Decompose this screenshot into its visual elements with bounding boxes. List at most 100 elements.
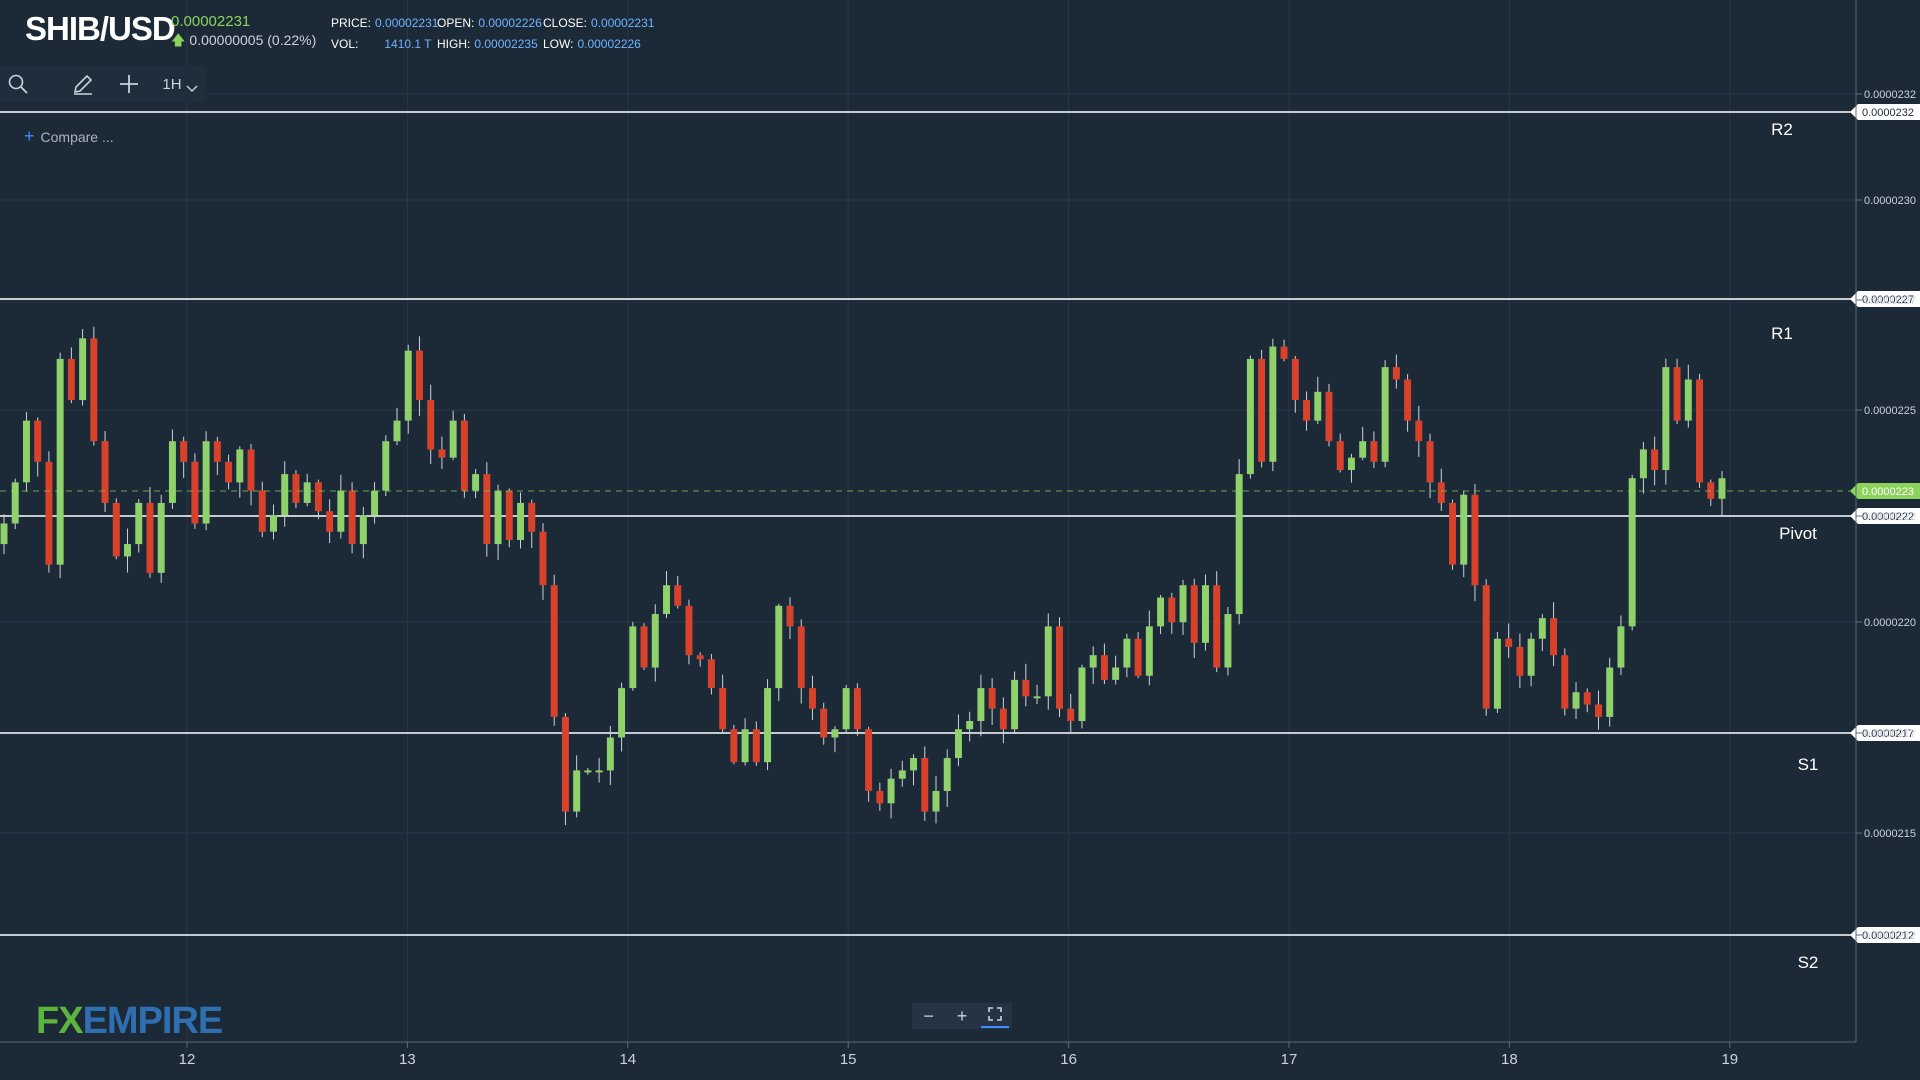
candle-up <box>0 523 8 545</box>
candle-down <box>1404 379 1412 421</box>
candle-down <box>1449 502 1456 565</box>
candle-up <box>1011 679 1019 730</box>
ohlc-close: CLOSE: 0.00002231 <box>543 16 655 30</box>
x-tick-label: 14 <box>619 1051 636 1068</box>
candle-down <box>1392 367 1400 380</box>
plus-icon <box>120 75 138 93</box>
candle-up <box>11 482 19 524</box>
search-button[interactable] <box>4 70 32 98</box>
candle-down <box>730 729 738 763</box>
search-icon <box>8 74 28 94</box>
candle-down <box>225 461 233 483</box>
draw-button[interactable] <box>68 70 98 98</box>
price-chart[interactable]: R2 0.0000232 R1 0.0000227 Pivot 0.0000222 S1 0.… <box>0 0 1920 1080</box>
timeframe-selector[interactable]: 1H <box>158 70 202 98</box>
y-tick-label: 0.0000222 <box>1864 511 1916 523</box>
candle-up <box>595 770 603 773</box>
candle-up <box>1224 614 1232 668</box>
candle-up <box>1044 626 1052 697</box>
level-label-r2: R2 <box>1771 120 1793 139</box>
add-indicator-button[interactable] <box>114 70 144 98</box>
zoom-controls: − + <box>912 1003 1012 1029</box>
candle-down <box>1280 346 1288 359</box>
candle-down <box>674 585 682 606</box>
compare-label: Compare ... <box>40 129 114 145</box>
candle-up <box>775 605 783 689</box>
candle-down <box>561 716 569 812</box>
candle-down <box>1583 692 1591 705</box>
candle-down <box>438 449 446 458</box>
candle-up <box>910 758 918 771</box>
candle-down <box>1651 449 1659 471</box>
candle-up <box>741 729 749 763</box>
candle-down <box>1595 704 1602 717</box>
candle-down <box>1134 638 1142 676</box>
symbol-title: SHIB/USD <box>25 10 176 47</box>
candle-down <box>1437 482 1445 503</box>
candle-up <box>1628 478 1636 627</box>
candle-up <box>1201 585 1209 643</box>
level-price-tag-label: 0.0000232 <box>1862 107 1914 119</box>
candle-up <box>1112 667 1120 680</box>
x-tick-label: 13 <box>399 1051 416 1068</box>
candle-up <box>449 420 457 458</box>
candle-down <box>505 490 513 540</box>
compare-button[interactable]: + Compare ... <box>24 126 114 147</box>
candle-up <box>618 688 626 738</box>
candle-down <box>696 655 704 660</box>
candle-down <box>1426 441 1434 483</box>
candle-down <box>191 461 199 524</box>
candle-up <box>22 420 30 483</box>
y-tick-label: 0.0000225 <box>1864 405 1916 417</box>
candle-down <box>483 474 491 545</box>
last-price: 0.00002231 <box>171 13 251 30</box>
y-tick-label: 0.0000215 <box>1864 828 1916 840</box>
zoom-out-button[interactable]: − <box>915 1006 943 1027</box>
up-arrow-icon: 🡅 <box>171 32 186 48</box>
candle-up <box>606 737 614 771</box>
candle-down <box>1561 655 1569 709</box>
candle-up <box>1145 626 1153 676</box>
candle-down <box>1516 646 1524 676</box>
ohlc-price: PRICE: 0.00002231 <box>331 16 439 30</box>
candle-up <box>573 770 581 812</box>
candle-down <box>1415 420 1423 442</box>
x-tick-label: 19 <box>1721 1051 1738 1068</box>
candle-down <box>1550 618 1558 656</box>
chevron-down-icon <box>186 85 198 92</box>
candle-down <box>685 605 693 656</box>
candle-up <box>202 441 210 524</box>
candle-down <box>314 482 322 512</box>
candle-up <box>56 358 64 565</box>
candle-up <box>79 338 87 401</box>
ohlc-high: HIGH: 0.00002235 <box>437 37 538 51</box>
candle-down <box>427 400 435 450</box>
ohlc-open: OPEN: 0.00002226 <box>437 16 542 30</box>
candle-up <box>1123 638 1131 668</box>
zoom-in-button[interactable]: + <box>948 1006 976 1027</box>
candle-down <box>45 461 53 565</box>
candle-down <box>326 511 334 532</box>
candle-up <box>842 688 850 730</box>
candle-up <box>966 721 974 730</box>
candlesticks <box>0 326 1726 826</box>
candle-down <box>112 502 120 557</box>
fullscreen-button[interactable] <box>981 1005 1010 1028</box>
candle-down <box>999 708 1007 730</box>
candle-down <box>1291 358 1299 401</box>
candle-up <box>1359 441 1367 458</box>
candle-up <box>1493 638 1501 709</box>
candle-up <box>977 688 985 722</box>
price-change-value: 0.00000005 (0.22%) <box>189 32 317 48</box>
candle-down <box>247 449 255 491</box>
candle-up <box>1347 457 1355 471</box>
candle-up <box>404 350 412 421</box>
ohlc-low: LOW: 0.00002226 <box>543 37 641 51</box>
candle-up <box>270 515 277 532</box>
plus-icon: + <box>24 126 35 146</box>
candle-up <box>1639 449 1647 479</box>
candle-up <box>1606 667 1614 717</box>
candle-up <box>1179 585 1187 623</box>
y-tick-label: 0.0000230 <box>1864 195 1916 207</box>
candle-up <box>954 729 962 759</box>
